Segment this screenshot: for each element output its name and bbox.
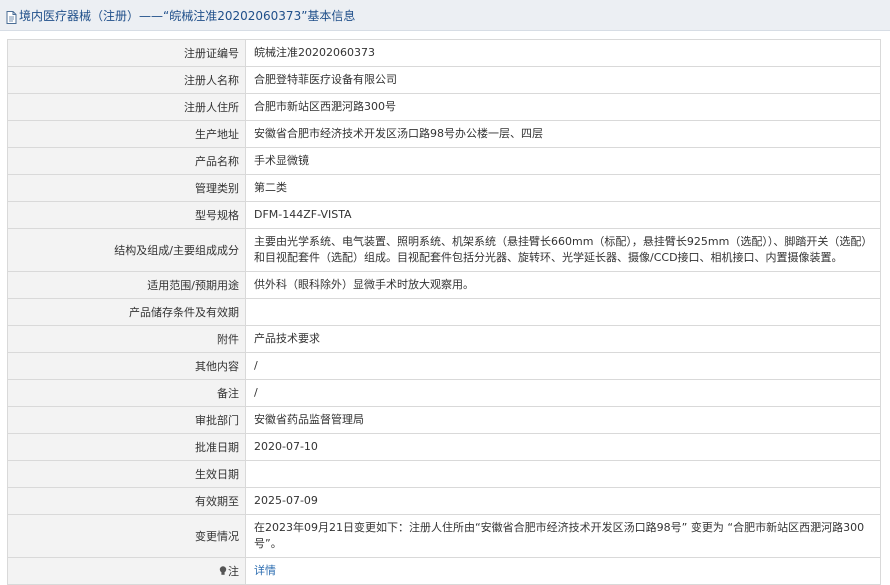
table-row: 适用范围/预期用途 供外科（眼科除外）显微手术时放大观察用。 (7, 271, 881, 299)
row-label: 适用范围/预期用途 (7, 271, 246, 299)
row-label: 备注 (7, 379, 246, 407)
table-row: 结构及组成/主要组成成分 主要由光学系统、电气装置、照明系统、机架系统（悬挂臂长6… (7, 228, 881, 272)
note-label-cell: 注 (7, 557, 246, 585)
table-row: 产品名称 手术显微镜 (7, 147, 881, 175)
row-value: 合肥市新站区西淝河路300号 (245, 93, 881, 121)
table-row: 变更情况 在2023年09月21日变更如下：注册人住所由“安徽省合肥市经济技术开发… (7, 514, 881, 558)
row-value: 主要由光学系统、电气装置、照明系统、机架系统（悬挂臂长660mm（标配），悬挂臂… (245, 228, 881, 272)
row-label: 有效期至 (7, 487, 246, 515)
table-row: 备注 / (7, 379, 881, 407)
info-table: 注册证编号 皖械注准20202060373 注册人名称 合肥登特菲医疗设备有限公司 … (7, 39, 881, 585)
table-row: 其他内容 / (7, 352, 881, 380)
table-row: 注册人名称 合肥登特菲医疗设备有限公司 (7, 66, 881, 94)
row-value (245, 298, 881, 326)
row-value: 皖械注准20202060373 (245, 39, 881, 67)
row-label: 生产地址 (7, 120, 246, 148)
row-label: 变更情况 (7, 514, 246, 558)
row-value: DFM-144ZF-VISTA (245, 201, 881, 229)
row-label: 产品名称 (7, 147, 246, 175)
row-label: 其他内容 (7, 352, 246, 380)
row-value: 合肥登特菲医疗设备有限公司 (245, 66, 881, 94)
row-label: 审批部门 (7, 406, 246, 434)
row-label: 型号规格 (7, 201, 246, 229)
row-value: / (245, 352, 881, 380)
page-header: 境内医疗器械（注册）——“皖械注准20202060373”基本信息 (0, 0, 890, 31)
row-label: 附件 (7, 325, 246, 353)
row-value: / (245, 379, 881, 407)
row-label: 注册人名称 (7, 66, 246, 94)
details-link[interactable]: 详情 (254, 564, 276, 577)
row-value: 详情 (245, 557, 881, 585)
row-label: 管理类别 (7, 174, 246, 202)
table-row: 审批部门 安徽省药品监督管理局 (7, 406, 881, 434)
lightbulb-icon (219, 566, 227, 576)
row-value: 安徽省药品监督管理局 (245, 406, 881, 434)
table-row: 注册人住所 合肥市新站区西淝河路300号 (7, 93, 881, 121)
row-label: 注 (228, 565, 239, 578)
row-label: 注册人住所 (7, 93, 246, 121)
row-value: 产品技术要求 (245, 325, 881, 353)
row-value (245, 460, 881, 488)
row-value: 在2023年09月21日变更如下：注册人住所由“安徽省合肥市经济技术开发区汤口路… (245, 514, 881, 558)
table-row: 生效日期 (7, 460, 881, 488)
row-value: 2020-07-10 (245, 433, 881, 461)
row-label: 产品储存条件及有效期 (7, 298, 246, 326)
row-value: 2025-07-09 (245, 487, 881, 515)
page-title: 境内医疗器械（注册）——“皖械注准20202060373”基本信息 (19, 8, 356, 23)
table-row: 附件 产品技术要求 (7, 325, 881, 353)
row-label: 注册证编号 (7, 39, 246, 67)
table-row: 生产地址 安徽省合肥市经济技术开发区汤口路98号办公楼一层、四层 (7, 120, 881, 148)
row-value: 安徽省合肥市经济技术开发区汤口路98号办公楼一层、四层 (245, 120, 881, 148)
row-label: 生效日期 (7, 460, 246, 488)
row-value: 供外科（眼科除外）显微手术时放大观察用。 (245, 271, 881, 299)
table-row: 批准日期 2020-07-10 (7, 433, 881, 461)
row-value: 手术显微镜 (245, 147, 881, 175)
row-label: 结构及组成/主要组成成分 (7, 228, 246, 272)
table-row: 有效期至 2025-07-09 (7, 487, 881, 515)
table-row: 注册证编号 皖械注准20202060373 (7, 39, 881, 67)
row-value: 第二类 (245, 174, 881, 202)
table-row: 注 详情 (7, 557, 881, 585)
row-label: 批准日期 (7, 433, 246, 461)
table-row: 管理类别 第二类 (7, 174, 881, 202)
document-icon (6, 9, 17, 24)
table-row: 型号规格 DFM-144ZF-VISTA (7, 201, 881, 229)
table-row: 产品储存条件及有效期 (7, 298, 881, 326)
